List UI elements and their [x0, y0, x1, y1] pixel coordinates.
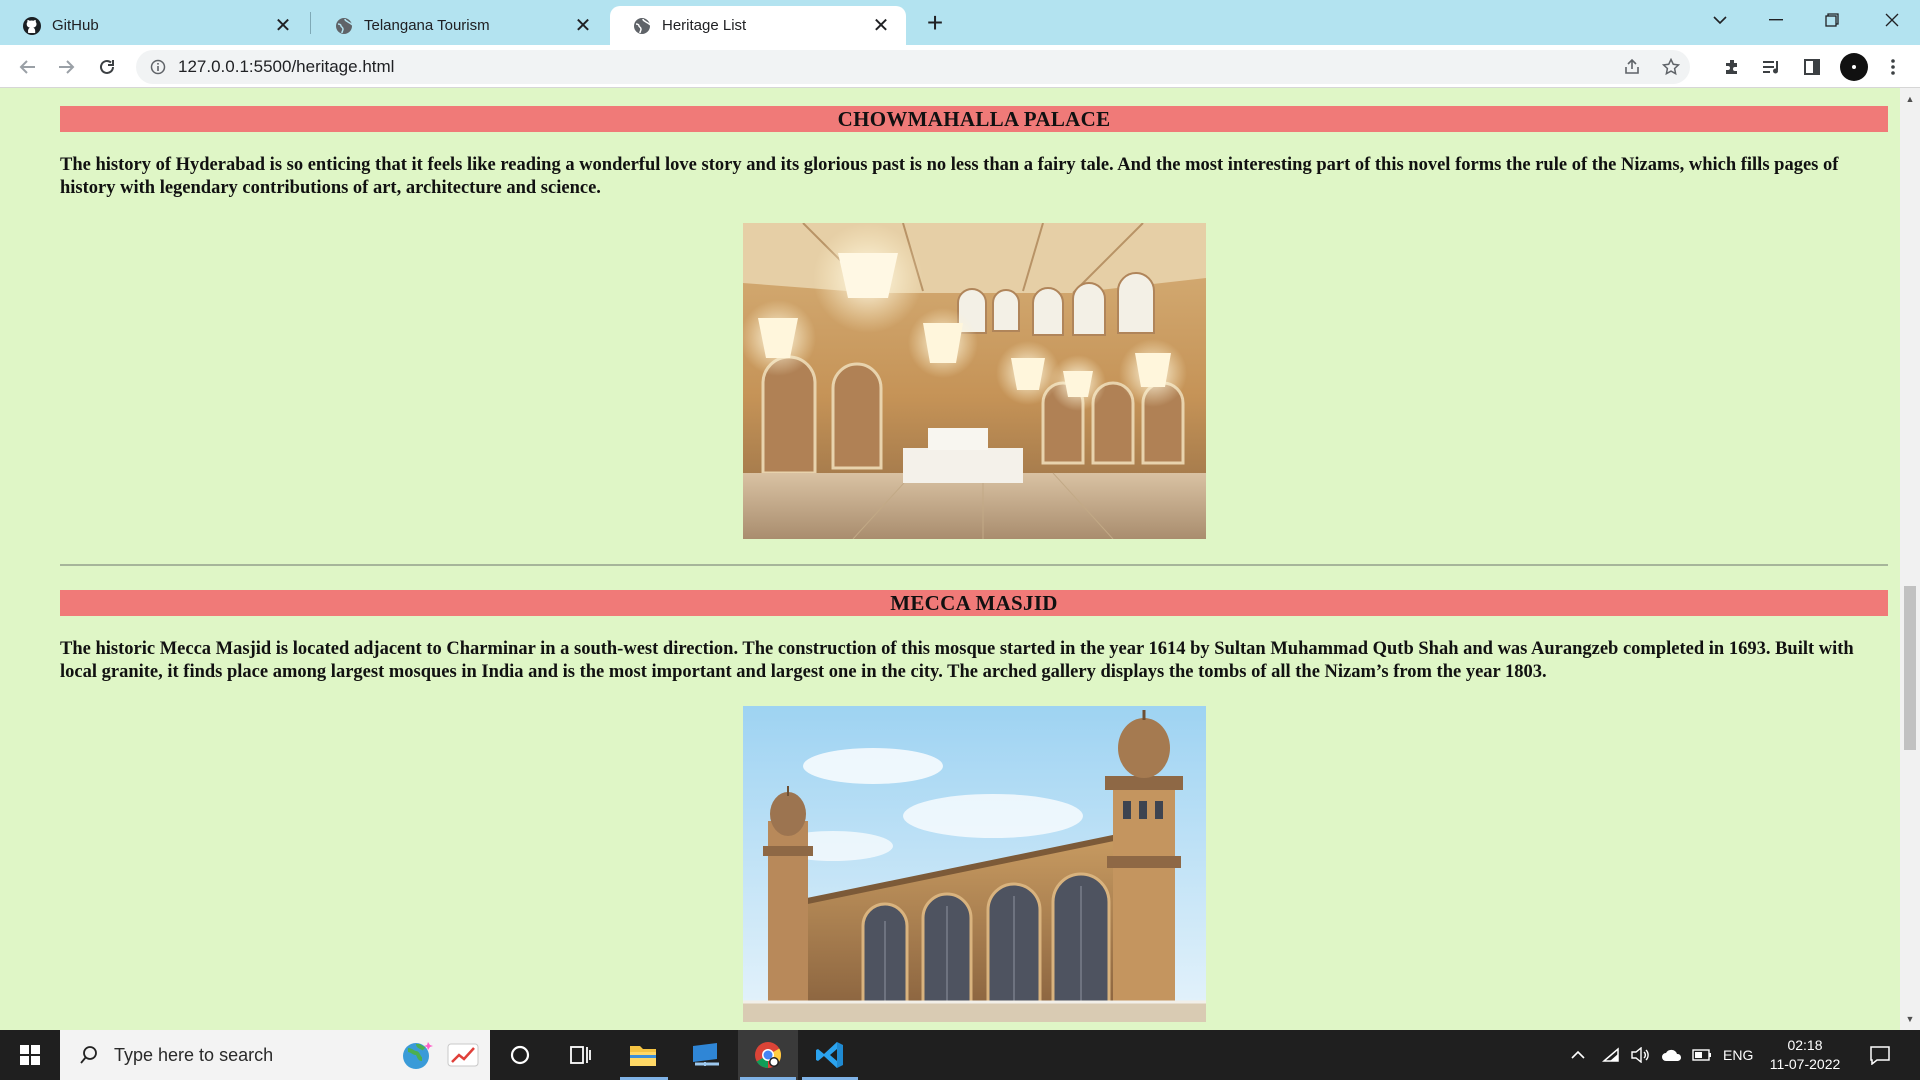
github-icon — [22, 16, 42, 36]
heritage-section: MECCA MASJID The historic Mecca Masjid i… — [60, 590, 1888, 684]
globe-news-icon[interactable] — [400, 1038, 436, 1077]
reload-icon[interactable] — [90, 50, 124, 84]
tab-github[interactable]: GitHub ✕ — [0, 6, 308, 45]
windows-start-icon[interactable] — [0, 1030, 60, 1080]
globe-icon — [632, 16, 652, 36]
heritage-section: CHOWMAHALLA PALACE The history of Hydera… — [60, 106, 1888, 200]
section-heading: CHOWMAHALLA PALACE — [60, 106, 1888, 132]
wifi-icon[interactable] — [1602, 1030, 1620, 1080]
clock-date: 11-07-2022 — [1769, 1056, 1841, 1072]
menu-kebab-icon[interactable] — [1876, 50, 1910, 84]
chart-widget-icon[interactable] — [446, 1040, 480, 1075]
scroll-down-arrow-icon[interactable]: ▼ — [1905, 1014, 1915, 1024]
bookmark-star-icon[interactable] — [1658, 54, 1684, 80]
taskbar-search-box[interactable]: Type here to search — [60, 1030, 490, 1080]
tab-telangana-tourism[interactable]: Telangana Tourism ✕ — [312, 6, 608, 45]
section-heading: MECCA MASJID — [60, 590, 1888, 616]
tab-title: Heritage List — [662, 17, 747, 34]
tab-title: GitHub — [52, 17, 99, 34]
forward-icon[interactable] — [50, 50, 84, 84]
close-tab-icon[interactable]: ✕ — [272, 15, 294, 37]
onedrive-icon[interactable] — [1661, 1030, 1683, 1080]
search-icon — [74, 1045, 104, 1065]
media-control-icon[interactable] — [1755, 50, 1789, 84]
volume-icon[interactable] — [1630, 1030, 1650, 1080]
task-view-icon[interactable] — [550, 1030, 610, 1080]
tab-title: Telangana Tourism — [364, 17, 490, 34]
vscode-icon[interactable] — [800, 1030, 860, 1080]
share-icon[interactable] — [1619, 54, 1645, 80]
search-placeholder: Type here to search — [114, 1044, 274, 1065]
tab-search-icon[interactable] — [1692, 0, 1748, 40]
scrollbar-thumb[interactable] — [1904, 586, 1916, 750]
file-explorer-icon[interactable] — [613, 1030, 673, 1080]
globe-icon — [334, 16, 354, 36]
close-window-icon[interactable] — [1864, 0, 1920, 40]
close-tab-icon[interactable]: ✕ — [572, 15, 594, 37]
section-description: The history of Hyderabad is so enticing … — [60, 155, 1839, 198]
address-bar[interactable]: 127.0.0.1:5500/heritage.html — [136, 50, 1690, 84]
restore-icon[interactable] — [1804, 0, 1860, 40]
new-tab-button[interactable]: + — [920, 7, 950, 38]
browser-toolbar: 127.0.0.1:5500/heritage.html — [0, 45, 1920, 88]
palace-interior-photo — [743, 223, 1206, 539]
close-tab-icon[interactable]: ✕ — [870, 15, 892, 37]
back-icon[interactable] — [10, 50, 44, 84]
url-text: 127.0.0.1:5500/heritage.html — [178, 57, 395, 76]
side-panel-icon[interactable] — [1795, 50, 1829, 84]
language-indicator[interactable]: ENG — [1723, 1030, 1753, 1080]
mosque-exterior-photo — [743, 706, 1206, 1022]
page-viewport[interactable]: CHOWMAHALLA PALACE The history of Hydera… — [0, 88, 1900, 1030]
minimize-icon[interactable] — [1748, 0, 1804, 40]
remote-desktop-icon[interactable] — [676, 1030, 736, 1080]
system-clock[interactable]: 02:18 11-07-2022 — [1760, 1036, 1850, 1074]
site-info-icon[interactable] — [148, 57, 168, 77]
tab-heritage-list[interactable]: Heritage List ✕ — [610, 6, 906, 45]
browser-tabstrip: GitHub ✕ Telangana Tourism ✕ Heritage Li… — [0, 0, 1920, 45]
notifications-icon[interactable] — [1850, 1030, 1910, 1080]
windows-taskbar: Type here to search ENG 02:18 11-07-2022 — [0, 1030, 1920, 1080]
chrome-icon[interactable] — [738, 1030, 798, 1080]
section-divider — [60, 564, 1888, 566]
clock-time: 02:18 — [1787, 1037, 1823, 1053]
profile-avatar[interactable] — [1840, 53, 1868, 81]
battery-icon[interactable] — [1692, 1030, 1712, 1080]
section-description: The historic Mecca Masjid is located adj… — [60, 639, 1854, 682]
show-hidden-icons-icon[interactable] — [1570, 1030, 1586, 1080]
scroll-up-arrow-icon[interactable]: ▲ — [1905, 94, 1915, 104]
vertical-scrollbar[interactable]: ▲ ▼ — [1900, 88, 1920, 1030]
tab-separator — [310, 12, 311, 34]
extensions-icon[interactable] — [1715, 50, 1749, 84]
cortana-icon[interactable] — [490, 1030, 550, 1080]
